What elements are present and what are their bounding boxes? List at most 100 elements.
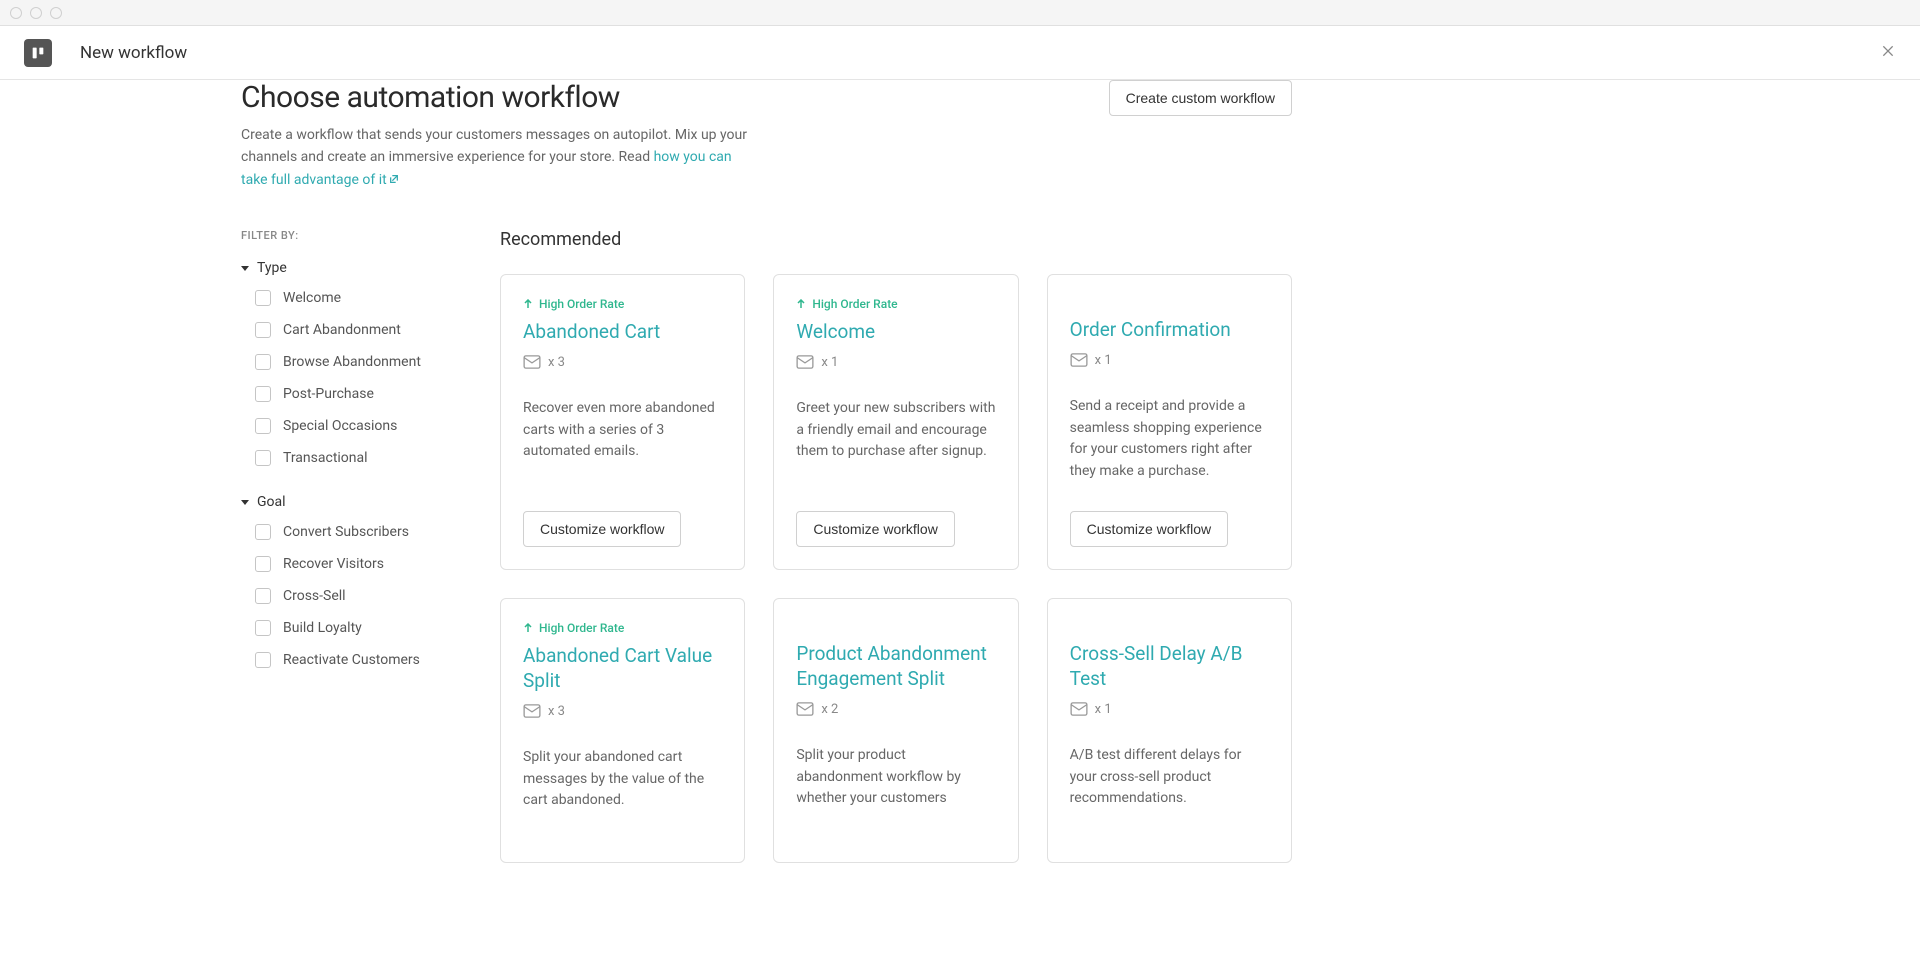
workflow-card-product-abandonment-engagement-split: Product Abandonment Engagement Split x 2… — [773, 598, 1018, 863]
filter-group-goal[interactable]: Goal — [241, 494, 500, 510]
checkbox[interactable] — [255, 418, 271, 434]
badge-text: High Order Rate — [539, 621, 624, 635]
card-count: x 1 — [1095, 353, 1112, 368]
filter-item-cart-abandonment[interactable]: Cart Abandonment — [255, 322, 500, 338]
workflow-card-order-confirmation: Order Confirmation x 1 Send a receipt an… — [1047, 274, 1292, 569]
card-title[interactable]: Cross-Sell Delay A/B Test — [1070, 641, 1269, 692]
section-title-recommended: Recommended — [500, 229, 1292, 250]
customize-workflow-button[interactable]: Customize workflow — [1070, 511, 1228, 547]
mail-icon — [796, 702, 814, 716]
window-chrome — [0, 0, 1920, 26]
arrow-up-icon — [796, 299, 806, 309]
filter-item-build-loyalty[interactable]: Build Loyalty — [255, 620, 500, 636]
filter-item-label: Post-Purchase — [283, 386, 374, 402]
traffic-close[interactable] — [10, 7, 22, 19]
card-meta: x 2 — [796, 702, 995, 717]
filter-item-recover-visitors[interactable]: Recover Visitors — [255, 556, 500, 572]
caret-down-icon — [241, 500, 249, 505]
filter-item-browse-abandonment[interactable]: Browse Abandonment — [255, 354, 500, 370]
card-description: A/B test different delays for your cross… — [1070, 745, 1269, 812]
checkbox[interactable] — [255, 450, 271, 466]
checkbox[interactable] — [255, 354, 271, 370]
card-title[interactable]: Abandoned Cart — [523, 319, 722, 345]
filter-item-label: Transactional — [283, 450, 368, 466]
cards-grid: High Order Rate Abandoned Cart x 3 Recov… — [500, 274, 1292, 863]
card-title[interactable]: Product Abandonment Engagement Split — [796, 641, 995, 692]
traffic-minimize[interactable] — [30, 7, 42, 19]
traffic-lights — [10, 7, 62, 19]
mail-icon — [523, 704, 541, 718]
filter-item-label: Cross-Sell — [283, 588, 346, 604]
card-description: Send a receipt and provide a seamless sh… — [1070, 396, 1269, 483]
page-description: Create a workflow that sends your custom… — [241, 124, 761, 191]
customize-workflow-button[interactable]: Customize workflow — [796, 511, 954, 547]
card-description: Recover even more abandoned carts with a… — [523, 398, 722, 483]
checkbox[interactable] — [255, 588, 271, 604]
card-count: x 3 — [548, 704, 565, 719]
card-meta: x 1 — [796, 355, 995, 370]
checkbox[interactable] — [255, 652, 271, 668]
filter-by-label: FILTER BY: — [241, 229, 500, 242]
card-meta: x 3 — [523, 704, 722, 719]
close-button[interactable] — [1876, 41, 1900, 65]
workflow-card-abandoned-cart-value-split: High Order Rate Abandoned Cart Value Spl… — [500, 598, 745, 863]
filter-item-welcome[interactable]: Welcome — [255, 290, 500, 306]
filter-item-convert-subscribers[interactable]: Convert Subscribers — [255, 524, 500, 540]
filter-item-label: Recover Visitors — [283, 556, 384, 572]
filter-group-title-text: Type — [257, 260, 287, 276]
badge-text: High Order Rate — [539, 297, 624, 311]
mail-icon — [796, 355, 814, 369]
card-meta: x 1 — [1070, 702, 1269, 717]
checkbox[interactable] — [255, 524, 271, 540]
checkbox[interactable] — [255, 290, 271, 306]
checkbox[interactable] — [255, 556, 271, 572]
mail-icon — [1070, 702, 1088, 716]
caret-down-icon — [241, 266, 249, 271]
create-custom-workflow-button[interactable]: Create custom workflow — [1109, 80, 1292, 116]
badge-text: High Order Rate — [812, 297, 897, 311]
high-order-rate-badge: High Order Rate — [796, 297, 995, 311]
card-title[interactable]: Welcome — [796, 319, 995, 345]
card-meta: x 1 — [1070, 353, 1269, 368]
filter-item-special-occasions[interactable]: Special Occasions — [255, 418, 500, 434]
checkbox[interactable] — [255, 620, 271, 636]
filter-item-label: Reactivate Customers — [283, 652, 420, 668]
filter-item-label: Special Occasions — [283, 418, 397, 434]
high-order-rate-badge: High Order Rate — [523, 621, 722, 635]
card-count: x 1 — [1095, 702, 1112, 717]
mail-icon — [1070, 353, 1088, 367]
filter-group-type[interactable]: Type — [241, 260, 500, 276]
card-title[interactable]: Order Confirmation — [1070, 317, 1269, 343]
card-description: Split your abandoned cart messages by th… — [523, 747, 722, 812]
card-count: x 2 — [821, 702, 838, 717]
page-title: Choose automation workflow — [241, 80, 620, 115]
arrow-up-icon — [523, 299, 533, 309]
checkbox[interactable] — [255, 386, 271, 402]
traffic-maximize[interactable] — [50, 7, 62, 19]
filter-item-label: Cart Abandonment — [283, 322, 401, 338]
filter-sidebar: FILTER BY: Type Welcome Cart Abandonment… — [241, 229, 500, 863]
cards-area: Recommended High Order Rate Abandoned Ca… — [500, 229, 1292, 863]
page-header-bar: New workflow — [0, 26, 1920, 80]
header-title: New workflow — [80, 43, 187, 63]
filter-item-cross-sell[interactable]: Cross-Sell — [255, 588, 500, 604]
card-count: x 3 — [548, 355, 565, 370]
close-icon — [1880, 43, 1896, 63]
scroll-area[interactable]: Choose automation workflow Create custom… — [0, 80, 1920, 974]
filter-item-transactional[interactable]: Transactional — [255, 450, 500, 466]
filter-item-label: Welcome — [283, 290, 341, 306]
filter-group-title-text: Goal — [257, 494, 286, 510]
card-title[interactable]: Abandoned Cart Value Split — [523, 643, 722, 694]
filter-item-label: Build Loyalty — [283, 620, 362, 636]
card-count: x 1 — [821, 355, 838, 370]
app-logo[interactable] — [24, 39, 52, 67]
external-link-icon — [389, 169, 399, 179]
filter-item-post-purchase[interactable]: Post-Purchase — [255, 386, 500, 402]
mail-icon — [523, 355, 541, 369]
customize-workflow-button[interactable]: Customize workflow — [523, 511, 681, 547]
checkbox[interactable] — [255, 322, 271, 338]
filter-item-reactivate-customers[interactable]: Reactivate Customers — [255, 652, 500, 668]
workflow-card-cross-sell-delay-ab-test: Cross-Sell Delay A/B Test x 1 A/B test d… — [1047, 598, 1292, 863]
arrow-up-icon — [523, 623, 533, 633]
card-description: Greet your new subscribers with a friend… — [796, 398, 995, 483]
